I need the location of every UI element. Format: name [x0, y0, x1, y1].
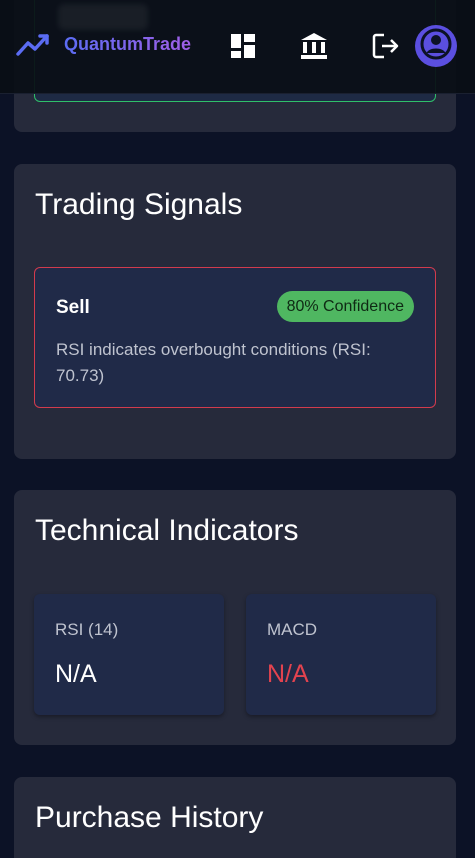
- trading-signals-card: Trading Signals Sell 80% Confidence RSI …: [14, 164, 456, 459]
- indicator-value: N/A: [267, 660, 309, 688]
- indicator-macd: MACD N/A: [246, 594, 436, 715]
- user-avatar[interactable]: [415, 25, 457, 67]
- indicator-value: N/A: [55, 660, 97, 688]
- indicator-label: RSI (14): [55, 620, 119, 639]
- top-navbar: QuantumTrade: [0, 0, 475, 94]
- indicator-rsi: RSI (14) N/A: [34, 594, 224, 715]
- purchase-history-title: Purchase History: [35, 801, 264, 834]
- technical-indicators-card: Technical Indicators RSI (14) N/A MACD N…: [14, 490, 456, 745]
- signal-type: Sell: [56, 297, 90, 318]
- purchase-history-card: Purchase History: [14, 777, 456, 858]
- indicator-label: MACD: [267, 620, 318, 639]
- page: QuantumTrade Trading Signals Sell 80% Co…: [0, 0, 475, 858]
- dashboard-icon[interactable]: [229, 32, 257, 60]
- signal-description: RSI indicates overbought conditions (RSI…: [56, 340, 371, 385]
- trend-up-icon: [16, 30, 50, 58]
- brand-logo[interactable]: QuantumTrade: [16, 30, 191, 58]
- blurred-background: [58, 4, 148, 30]
- confidence-badge: 80% Confidence: [276, 291, 414, 322]
- brand-name: QuantumTrade: [64, 33, 192, 54]
- signal-item: Sell 80% Confidence RSI indicates overbo…: [34, 267, 436, 408]
- technical-indicators-title: Technical Indicators: [35, 514, 299, 547]
- user-avatar-icon: [419, 27, 453, 66]
- bank-icon[interactable]: [300, 32, 328, 60]
- trading-signals-title: Trading Signals: [35, 188, 243, 221]
- logout-icon[interactable]: [372, 32, 400, 60]
